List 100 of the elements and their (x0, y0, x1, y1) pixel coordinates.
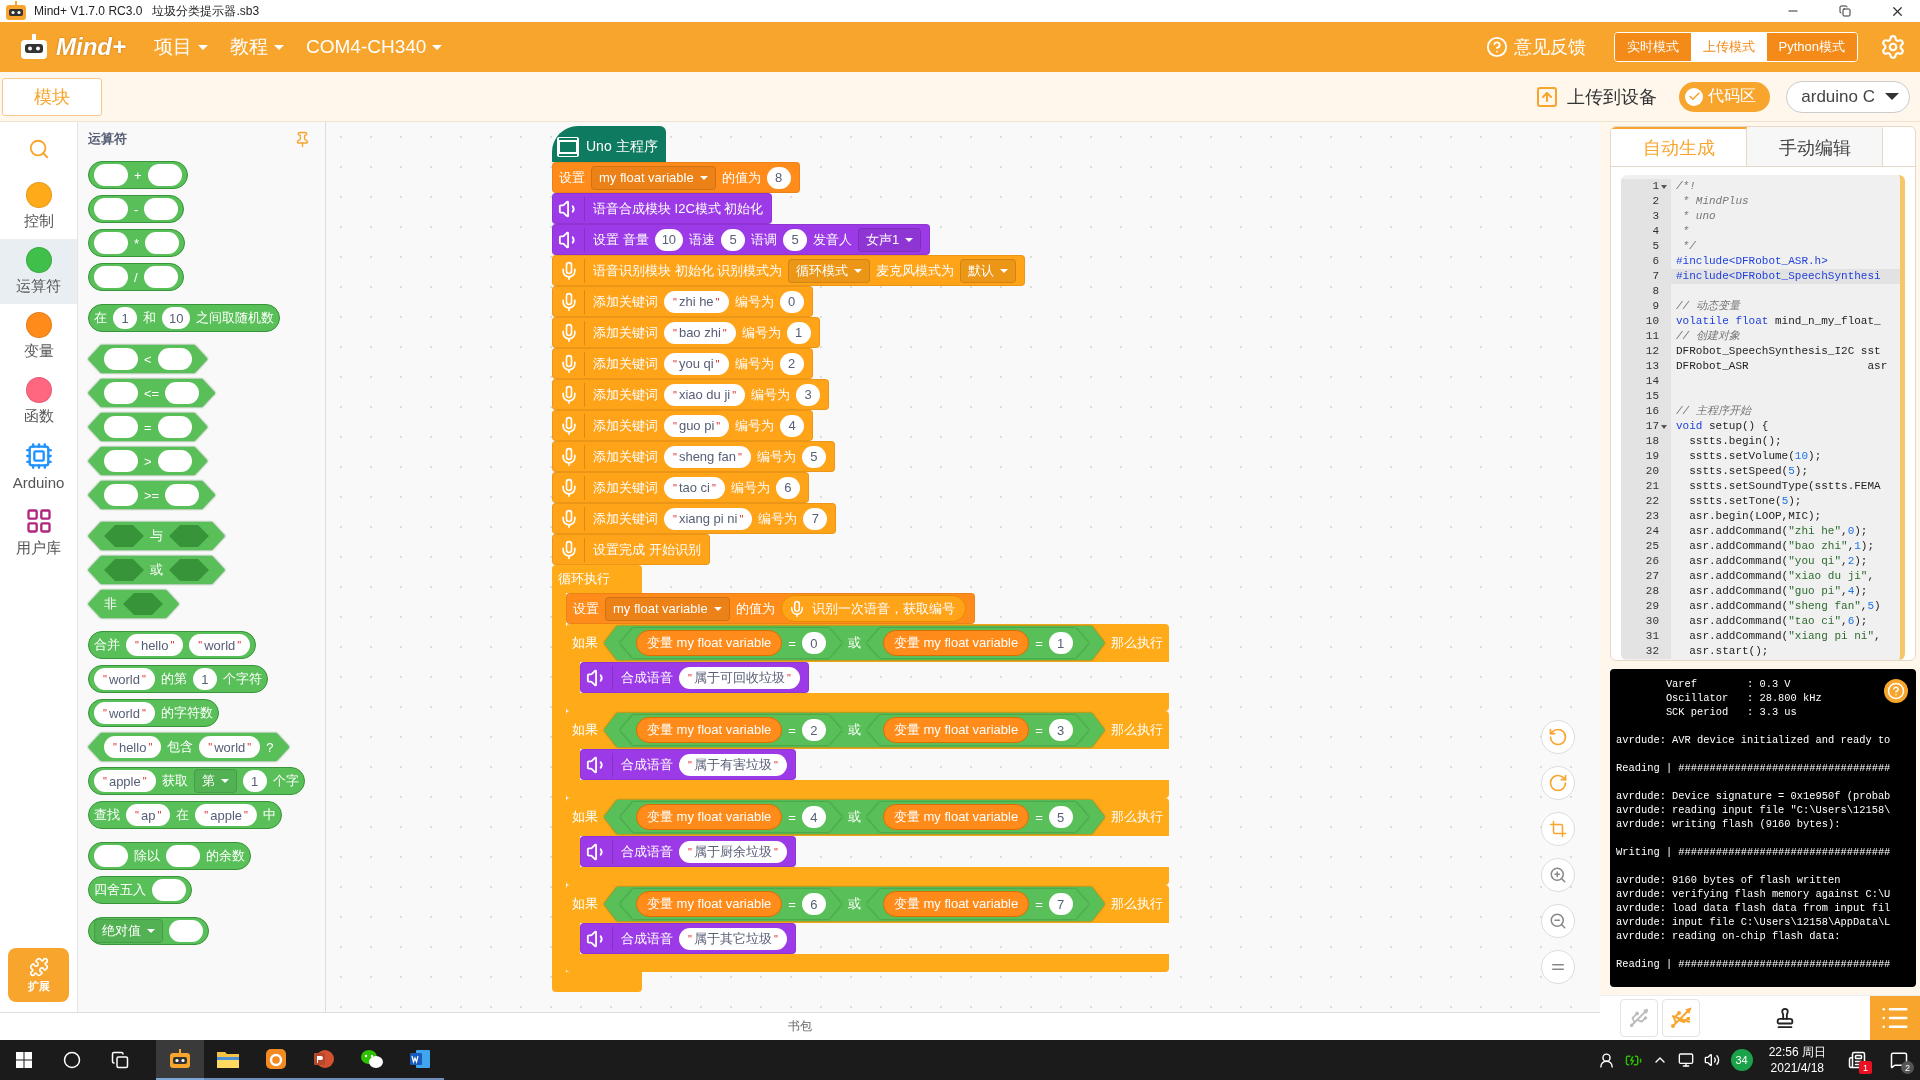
text-input[interactable]: "zhi he" (664, 290, 729, 313)
empty-slot[interactable] (152, 879, 186, 901)
empty-slot[interactable] (147, 164, 182, 186)
number-input[interactable]: 5 (783, 228, 808, 251)
text-input[interactable]: "apple" (94, 770, 156, 792)
operator-block[interactable]: "world" 的第 1 个字符 (88, 665, 268, 693)
text-input[interactable]: "属于厨余垃圾" (679, 840, 787, 863)
zoom-out-button[interactable] (1541, 904, 1575, 938)
number-input[interactable]: 5 (801, 445, 826, 468)
search-icon[interactable] (27, 138, 50, 160)
connection-button[interactable] (1620, 999, 1658, 1037)
text-input[interactable]: "属于其它垃圾" (679, 927, 787, 950)
empty-slot[interactable] (165, 484, 200, 506)
settings-icon[interactable] (1880, 34, 1906, 60)
number-input[interactable]: 2 (801, 719, 826, 741)
category-item[interactable]: 用户库 (0, 499, 77, 566)
text-input[interactable]: "属于可回收垃圾" (679, 666, 800, 689)
operator-block[interactable]: 在 1 和 10 之间取随机数 (88, 304, 281, 332)
help-button[interactable] (1884, 679, 1908, 703)
category-item[interactable]: 变量 (0, 304, 77, 369)
number-input[interactable]: 1 (1048, 632, 1073, 654)
number-input[interactable]: 2 (779, 352, 804, 375)
operator-block[interactable]: 查找 "ap" 在 "apple" 中 (88, 801, 282, 829)
category-item[interactable]: Arduino (0, 434, 77, 499)
crop-button[interactable] (1541, 812, 1575, 846)
empty-slot[interactable] (157, 348, 192, 370)
empty-slot[interactable] (165, 382, 200, 404)
empty-slot[interactable] (169, 920, 203, 942)
text-input[interactable]: "bao zhi" (664, 321, 736, 344)
reset-zoom-button[interactable] (1541, 950, 1575, 984)
empty-slot[interactable] (94, 845, 128, 867)
people-icon[interactable] (1597, 1051, 1615, 1069)
number-input[interactable]: 0 (779, 290, 804, 313)
number-input[interactable]: 1 (242, 770, 267, 792)
text-input[interactable]: "sheng fan" (664, 445, 751, 468)
stamp-icon[interactable] (1774, 1007, 1796, 1029)
menu-button[interactable] (1870, 996, 1920, 1040)
number-input[interactable]: 0 (801, 632, 826, 654)
operator-block[interactable]: 合并 "hello" "world" (88, 631, 257, 659)
empty-slot[interactable] (157, 416, 192, 438)
empty-slot[interactable] (143, 266, 178, 288)
text-input[interactable]: "guo pi" (664, 414, 730, 437)
empty-slot[interactable] (104, 450, 138, 472)
volume-icon[interactable] (1703, 1052, 1720, 1068)
empty-slot[interactable] (104, 382, 138, 404)
upload-button[interactable]: 上传到设备 (1529, 83, 1664, 110)
text-input[interactable]: "属于有害垃圾" (679, 753, 787, 776)
empty-slot[interactable] (144, 198, 179, 220)
fold-icon[interactable] (1661, 184, 1667, 189)
empty-slot[interactable] (166, 845, 200, 867)
number-input[interactable]: 7 (1048, 893, 1073, 915)
backpack-label[interactable]: 书包 (788, 1018, 812, 1035)
number-input[interactable]: 10 (654, 228, 684, 251)
number-input[interactable]: 5 (721, 228, 746, 251)
empty-slot[interactable] (104, 416, 138, 438)
fold-icon[interactable] (1661, 424, 1667, 429)
text-input[interactable]: "ap" (126, 804, 171, 826)
operator-block[interactable]: "world" 的字符数 (88, 699, 219, 727)
text-input[interactable]: "world" (94, 668, 155, 690)
empty-slot[interactable] (157, 450, 192, 472)
dropdown[interactable]: 女声1 (858, 227, 922, 252)
number-input[interactable]: 1 (786, 321, 811, 344)
empty-slot[interactable] (94, 232, 128, 254)
number-input[interactable]: 8 (766, 166, 791, 189)
undo-button[interactable] (1541, 720, 1575, 754)
text-input[interactable]: "apple" (195, 804, 257, 826)
number-input[interactable]: 5 (1048, 806, 1073, 828)
number-input[interactable]: 3 (796, 383, 821, 406)
operator-block[interactable]: "apple" 获取 第 1 个字 (88, 767, 305, 795)
category-item[interactable]: 函数 (0, 369, 77, 434)
text-input[interactable]: "you qi" (664, 352, 729, 375)
number-input[interactable]: 10 (162, 307, 191, 329)
text-input[interactable]: "xiao du ji" (664, 383, 746, 406)
redo-button[interactable] (1541, 766, 1575, 800)
text-input[interactable]: "world" (94, 702, 155, 724)
number-input[interactable]: 4 (780, 414, 805, 437)
empty-slot[interactable] (145, 232, 180, 254)
zoom-in-button[interactable] (1541, 858, 1575, 892)
number-input[interactable]: 1 (113, 307, 137, 329)
empty-slot[interactable] (104, 348, 138, 370)
number-input[interactable]: 6 (775, 476, 800, 499)
empty-slot[interactable] (94, 198, 128, 220)
text-input[interactable]: "world" (189, 634, 251, 656)
category-item[interactable]: 控制 (0, 174, 77, 239)
number-input[interactable]: 1 (192, 668, 217, 690)
text-input[interactable]: "tao ci" (664, 476, 725, 499)
text-input[interactable]: "world" (199, 736, 261, 758)
network-icon[interactable] (1677, 1052, 1694, 1068)
language-select[interactable]: arduino C (1786, 80, 1910, 113)
number-input[interactable]: 3 (1048, 719, 1073, 741)
empty-slot[interactable] (104, 484, 138, 506)
taskbar-app[interactable] (156, 1040, 204, 1080)
number-input[interactable]: 7 (803, 507, 828, 530)
action-center-icon[interactable] (1890, 1051, 1908, 1069)
empty-slot[interactable] (94, 266, 128, 288)
number-input[interactable]: 4 (801, 806, 826, 828)
pin-icon[interactable] (294, 130, 311, 148)
code-tab[interactable]: 手动编辑 (1747, 127, 1883, 166)
text-input[interactable]: "hello" (126, 634, 184, 656)
category-item[interactable]: 运算符 (0, 239, 77, 304)
